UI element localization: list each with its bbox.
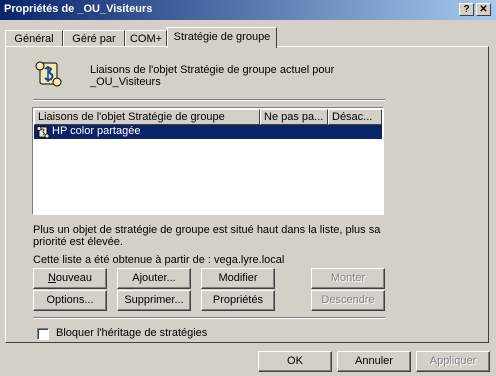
header-line2: _OU_Visiteurs: [90, 76, 161, 88]
bottom-separator: [33, 317, 385, 319]
priority-text-line1: Plus un objet de stratégie de groupe est…: [33, 224, 381, 236]
properties-window: Propriétés de _OU_Visiteurs ? ✕ Général …: [0, 0, 496, 376]
gpo-scroll-icon: [35, 61, 62, 87]
block-inheritance-checkbox[interactable]: [37, 328, 49, 340]
modify-button[interactable]: Modifier: [201, 268, 275, 289]
add-button[interactable]: Ajouter...: [117, 268, 191, 289]
options-button[interactable]: Options...: [33, 290, 107, 311]
apply-button[interactable]: Appliquer: [416, 351, 490, 372]
window-title: Propriétés de _OU_Visiteurs: [4, 3, 153, 15]
new-button[interactable]: Nouveau: [33, 268, 107, 289]
gpo-scroll-icon: [36, 126, 50, 139]
move-down-button[interactable]: Descendre: [311, 290, 385, 311]
help-button[interactable]: ?: [459, 3, 474, 16]
source-text: Cette liste a été obtenue à partir de : …: [33, 254, 285, 266]
list-item-label: HP color partagée: [52, 125, 141, 137]
column-header-disabled[interactable]: Désac...: [328, 109, 382, 125]
priority-text-line2: priorité est élevée.: [33, 236, 123, 248]
title-bar[interactable]: Propriétés de _OU_Visiteurs ? ✕: [0, 0, 496, 20]
delete-button[interactable]: Supprimer...: [117, 290, 191, 311]
properties-button[interactable]: Propriétés: [201, 290, 275, 311]
close-button[interactable]: ✕: [476, 3, 491, 16]
header-separator: [33, 99, 385, 101]
tab-general[interactable]: Général: [5, 30, 63, 47]
gpo-links-list[interactable]: Liaisons de l'objet Stratégie de groupe …: [32, 107, 384, 215]
cancel-button[interactable]: Annuler: [337, 351, 411, 372]
block-inheritance-label[interactable]: Bloquer l'héritage de stratégies: [56, 327, 207, 339]
tab-com-plus[interactable]: COM+: [125, 30, 167, 47]
tab-managed-by[interactable]: Géré par: [63, 30, 125, 47]
header-line1: Liaisons de l'objet Stratégie de groupe …: [90, 64, 335, 76]
move-up-button[interactable]: Monter: [311, 268, 385, 289]
ok-button[interactable]: OK: [258, 351, 332, 372]
column-header-no-override[interactable]: Ne pas pa...: [260, 109, 328, 125]
column-header-link[interactable]: Liaisons de l'objet Stratégie de groupe: [34, 109, 260, 125]
tab-group-policy[interactable]: Stratégie de groupe: [167, 27, 277, 48]
list-item[interactable]: HP color partagée: [34, 125, 382, 139]
